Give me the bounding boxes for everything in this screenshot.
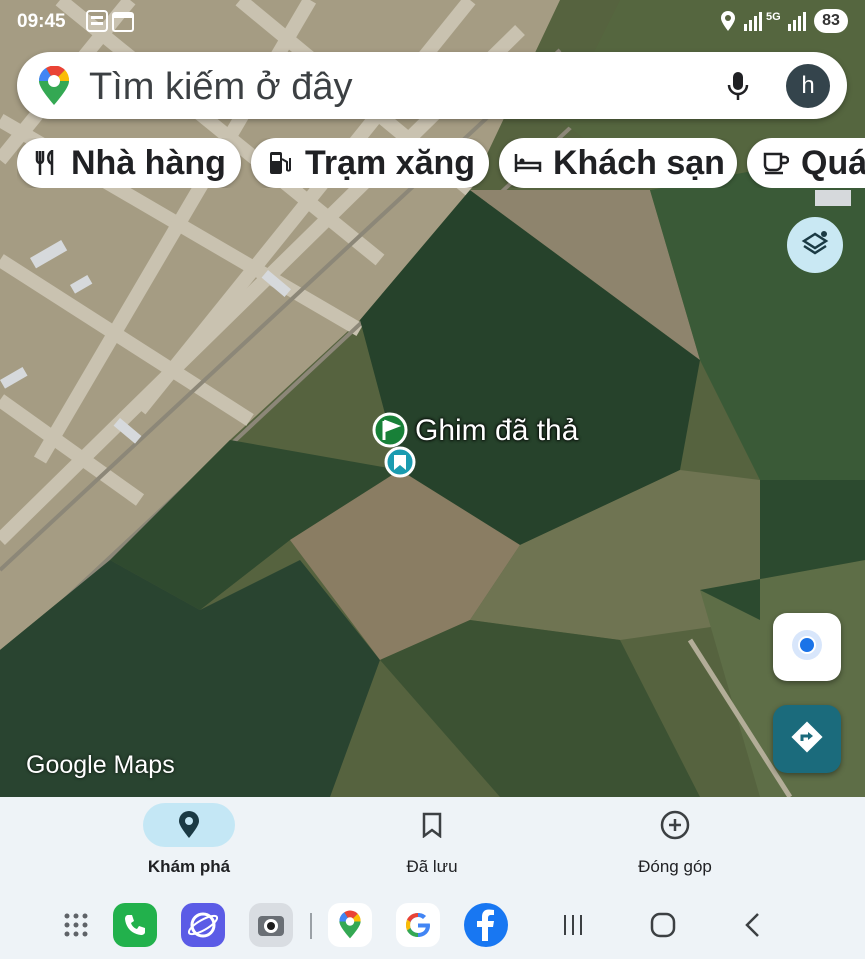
- network-type: 5G: [766, 11, 781, 23]
- chip-label: Khách sạn: [553, 143, 725, 182]
- directions-icon: [790, 720, 824, 759]
- tab-label: Đóng góp: [638, 857, 712, 876]
- satellite-imagery: [0, 0, 865, 797]
- bao-moi-icon: [86, 10, 108, 38]
- recents-icon[interactable]: [551, 903, 595, 947]
- status-bar: 09:45 5G 83: [0, 0, 865, 44]
- restaurant-icon: [31, 148, 61, 178]
- explore-pin-icon: [143, 803, 235, 847]
- category-chips: Nhà hàng Trạm xăng Khách sạn Quá: [17, 138, 865, 188]
- status-time: 09:45: [17, 11, 66, 32]
- chip-gas-stations[interactable]: Trạm xăng: [251, 138, 489, 188]
- my-location-icon: [790, 628, 824, 667]
- signal-icon: [742, 10, 764, 38]
- chip-label: Trạm xăng: [305, 143, 476, 182]
- chip-label: Quá: [801, 143, 865, 182]
- chip-restaurants[interactable]: Nhà hàng: [17, 138, 241, 188]
- app-drawer-icon[interactable]: [54, 903, 98, 947]
- home-icon[interactable]: [641, 903, 685, 947]
- map-layers-button[interactable]: [787, 217, 843, 273]
- search-bar[interactable]: Tìm kiếm ở đây h: [17, 52, 847, 119]
- google-maps-icon[interactable]: [328, 903, 372, 947]
- tab-contribute[interactable]: Đóng góp: [585, 803, 765, 883]
- google-icon[interactable]: [396, 903, 440, 947]
- tab-explore[interactable]: Khám phá: [99, 803, 279, 883]
- facebook-icon[interactable]: [464, 903, 508, 947]
- battery-icon: 83: [814, 9, 848, 33]
- chip-hotels[interactable]: Khách sạn: [499, 138, 737, 188]
- microphone-icon[interactable]: [725, 70, 751, 107]
- calendar-icon: [112, 10, 134, 38]
- chip-cafes[interactable]: Quá: [747, 138, 865, 188]
- directions-button[interactable]: [773, 705, 841, 773]
- bookmark-icon: [386, 803, 478, 847]
- tab-saved[interactable]: Đã lưu: [342, 803, 522, 883]
- google-maps-pin-icon: [37, 65, 71, 111]
- dock-divider: [310, 913, 312, 939]
- system-dock: [0, 889, 865, 959]
- back-icon[interactable]: [731, 903, 775, 947]
- gas-station-icon: [265, 148, 295, 178]
- my-location-button[interactable]: [773, 613, 841, 681]
- browser-icon[interactable]: [181, 903, 225, 947]
- phone-icon[interactable]: [113, 903, 157, 947]
- chip-label: Nhà hàng: [71, 143, 226, 182]
- google-maps-logo: Google Maps: [26, 751, 175, 779]
- add-circle-icon: [629, 803, 721, 847]
- coffee-icon: [761, 148, 791, 178]
- tab-label: Khám phá: [147, 857, 231, 876]
- signal-5g-icon: [786, 10, 808, 38]
- search-input[interactable]: Tìm kiếm ở đây: [89, 66, 353, 109]
- camera-icon[interactable]: [249, 903, 293, 947]
- map-view[interactable]: Ghim đã thả Google Maps: [0, 0, 865, 797]
- location-icon: [720, 10, 736, 38]
- tab-label: Đã lưu: [406, 857, 458, 876]
- layers-icon: [800, 228, 830, 263]
- account-avatar[interactable]: h: [786, 64, 830, 108]
- bottom-navigation: Khám phá Đã lưu Đóng góp: [0, 797, 865, 889]
- hotel-icon: [513, 148, 543, 178]
- dropped-pin-label[interactable]: Ghim đã thả: [415, 414, 578, 448]
